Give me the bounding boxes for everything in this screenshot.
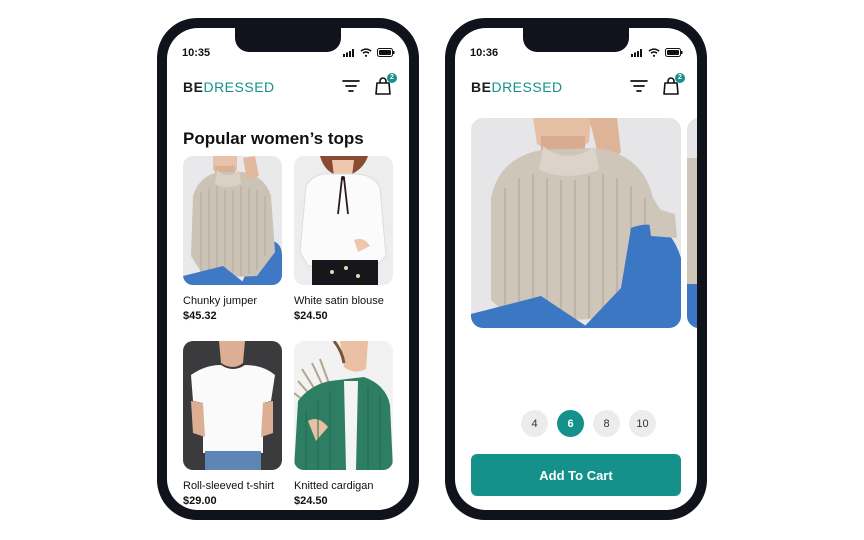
header-actions: 2 [341, 73, 397, 96]
product-card[interactable]: White satin blouse $24.50 [294, 156, 393, 322]
status-time: 10:36 [470, 47, 499, 59]
cart-count-badge: 2 [387, 73, 397, 83]
shopping-bag-icon[interactable]: 2 [373, 73, 397, 96]
notch [523, 28, 629, 52]
product-name: White satin blouse [294, 295, 384, 307]
product-price: $24.50 [294, 310, 328, 322]
next-image-preview[interactable] [687, 118, 697, 328]
product-image[interactable] [183, 156, 282, 285]
product-image[interactable] [183, 341, 282, 470]
wifi-icon [648, 48, 660, 57]
status-icons [343, 48, 395, 57]
size-selector: 4 6 8 10 [521, 410, 656, 437]
product-name: Chunky jumper [183, 295, 257, 307]
product-name: Roll-sleeved t-shirt [183, 480, 275, 492]
notch [235, 28, 341, 52]
signal-icon [631, 48, 642, 57]
size-option-6-selected[interactable]: 6 [557, 410, 584, 437]
section-title: Popular women’s tops [183, 129, 364, 148]
product-price: $45.32 [183, 310, 217, 322]
add-to-cart-button[interactable]: Add To Cart [471, 454, 681, 496]
product-card[interactable]: Roll-sleeved t-shirt $29.00 [183, 341, 282, 507]
phone-product-list: 10:35 BEDRESSED 2 Popular women’s tops C… [157, 18, 419, 520]
size-option-8[interactable]: 8 [593, 410, 620, 437]
product-name: Knitted cardigan [294, 480, 374, 492]
status-icons [631, 48, 683, 57]
cart-count-badge: 2 [675, 73, 685, 83]
product-image[interactable] [294, 341, 393, 470]
battery-icon [377, 48, 395, 57]
brand-logo[interactable]: BEDRESSED [471, 79, 563, 95]
product-price: $29.00 [183, 495, 217, 507]
battery-icon [665, 48, 683, 57]
product-price: $24.50 [294, 495, 328, 507]
wifi-icon [360, 48, 372, 57]
header-actions: 2 [629, 73, 685, 96]
screen: 10:36 BEDRESSED 2 4 6 8 10 Add To Cart [455, 28, 697, 510]
status-time: 10:35 [182, 47, 211, 59]
filter-icon[interactable] [629, 76, 649, 96]
shopping-bag-icon[interactable]: 2 [661, 73, 685, 96]
filter-icon[interactable] [341, 76, 361, 96]
product-image[interactable] [294, 156, 393, 285]
signal-icon [343, 48, 354, 57]
screen: 10:35 BEDRESSED 2 Popular women’s tops C… [167, 28, 409, 510]
brand-logo[interactable]: BEDRESSED [183, 79, 275, 95]
size-option-10[interactable]: 10 [629, 410, 656, 437]
product-image-main[interactable] [471, 118, 681, 328]
size-option-4[interactable]: 4 [521, 410, 548, 437]
phone-product-detail: 10:36 BEDRESSED 2 4 6 8 10 Add To Cart [445, 18, 707, 520]
product-card[interactable]: Knitted cardigan $24.50 [294, 341, 393, 507]
product-card[interactable]: Chunky jumper $45.32 [183, 156, 282, 322]
